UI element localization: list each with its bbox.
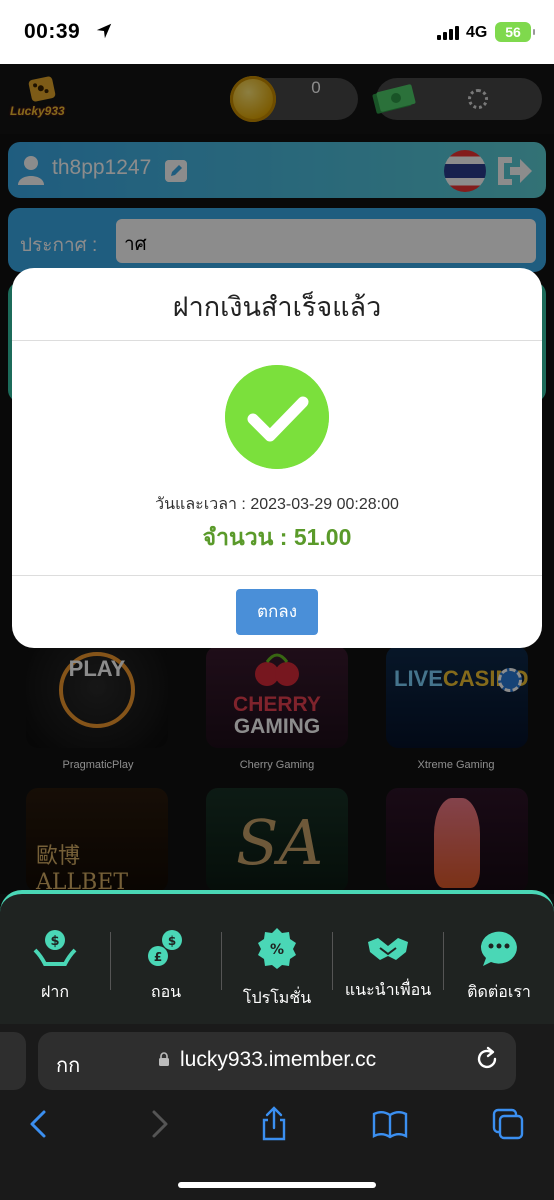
forward-icon[interactable] <box>140 1106 176 1142</box>
cellular-signal-icon <box>437 26 459 40</box>
share-icon[interactable] <box>256 1106 292 1142</box>
nav-item-refer-friend[interactable]: แนะนำเพื่อน <box>333 920 443 1012</box>
svg-text:£: £ <box>154 950 162 964</box>
nav-item-promotion[interactable]: % โปรโมชั่น <box>222 920 332 1012</box>
svg-text:$: $ <box>168 934 176 948</box>
deposit-amount: จำนวน : 51.00 <box>202 524 352 550</box>
handshake-icon <box>368 938 408 960</box>
status-bar: 00:39 4G 56 <box>0 0 554 64</box>
lock-icon <box>159 1052 169 1066</box>
nav-label-withdraw: ถอน <box>150 984 182 1001</box>
nav-item-contact[interactable]: ติดต่อเรา <box>444 920 554 1012</box>
back-icon[interactable] <box>22 1106 58 1142</box>
bookmarks-icon[interactable] <box>372 1106 408 1142</box>
dialog-title: ฝากเงินสำเร็จแล้ว <box>172 292 382 322</box>
nav-item-withdraw[interactable]: $ £ ถอน <box>111 920 221 1012</box>
reload-icon[interactable] <box>474 1046 500 1072</box>
tabs-icon[interactable] <box>490 1106 526 1142</box>
deposit-icon: $ <box>33 930 77 966</box>
chat-support-icon <box>480 931 517 966</box>
status-time: 00:39 <box>24 20 81 43</box>
deposit-datetime: วันและเวลา : 2023-03-29 00:28:00 <box>155 496 399 513</box>
ok-button[interactable]: ตกลง <box>236 589 318 635</box>
nav-label-promotion: โปรโมชั่น <box>242 990 312 1007</box>
svg-text:$: $ <box>50 934 59 949</box>
promotion-icon: % <box>258 928 296 969</box>
nav-label-refer-friend: แนะนำเพื่อน <box>344 982 432 999</box>
nav-label-deposit: ฝาก <box>40 984 70 1001</box>
battery-indicator: 56 <box>495 22 535 42</box>
previous-tab-preview[interactable] <box>0 1032 26 1090</box>
withdraw-icon: $ £ <box>148 930 182 966</box>
nav-item-deposit[interactable]: $ ฝาก <box>0 920 110 1012</box>
network-type: 4G <box>466 24 488 41</box>
home-indicator <box>178 1182 376 1188</box>
dialog-divider-bottom <box>12 575 542 576</box>
location-arrow-icon <box>96 23 112 39</box>
success-check-icon <box>225 365 329 469</box>
dialog-divider-top <box>12 340 542 341</box>
page-settings-button[interactable]: กก <box>56 1049 80 1081</box>
svg-text:%: % <box>270 942 284 958</box>
url-text[interactable]: lucky933.imember.cc <box>180 1048 376 1072</box>
nav-label-contact: ติดต่อเรา <box>467 984 531 1001</box>
